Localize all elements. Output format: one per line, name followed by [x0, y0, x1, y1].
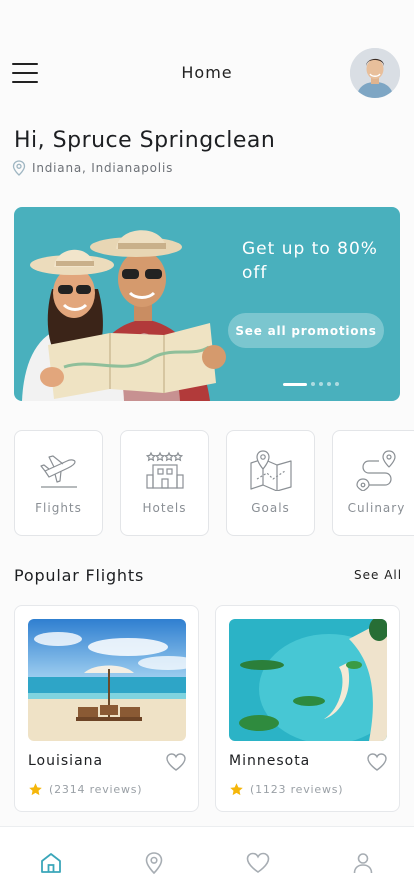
destination-name: Minnesota: [229, 753, 311, 769]
category-label: Flights: [35, 501, 82, 515]
category-hotels[interactable]: Hotels: [120, 430, 209, 536]
islands-image: [229, 619, 387, 741]
star-icon: [29, 783, 42, 796]
map-icon: [249, 450, 292, 491]
promo-travelers-image: [22, 230, 226, 401]
review-count: (2314 reviews): [49, 783, 143, 796]
user-icon: [353, 853, 373, 874]
review-count: (1123 reviews): [250, 783, 344, 796]
category-label: Goals: [251, 501, 290, 515]
top-bar: Home: [0, 46, 414, 100]
carousel-dot-5[interactable]: [335, 382, 339, 386]
see-all-promotions-button[interactable]: See all promotions: [228, 313, 384, 348]
carousel-dot-2[interactable]: [311, 382, 315, 386]
see-all-link[interactable]: See All: [354, 568, 402, 582]
flight-card-louisiana[interactable]: Louisiana (2314 reviews): [14, 605, 199, 812]
location-row: Indiana, Indianapolis: [12, 160, 173, 176]
promo-headline: Get up to 80% off: [242, 239, 378, 283]
home-icon: [41, 853, 61, 873]
section-title-popular-flights: Popular Flights: [14, 566, 145, 585]
beach-image: [28, 619, 186, 741]
heart-icon: [246, 852, 270, 873]
rating-row: (2314 reviews): [28, 782, 142, 797]
destination-name: Louisiana: [28, 753, 104, 769]
bottom-navigation: [0, 826, 414, 896]
greeting-title: Hi, Spruce Springclean: [14, 128, 276, 153]
category-flights[interactable]: Flights: [14, 430, 103, 536]
route-icon: [355, 450, 396, 491]
star-icon: [230, 783, 243, 796]
category-goals[interactable]: Goals: [226, 430, 315, 536]
heart-icon[interactable]: [366, 752, 388, 772]
nav-location[interactable]: [141, 850, 167, 876]
nav-home[interactable]: [38, 850, 64, 876]
map-pin-icon: [145, 852, 163, 875]
user-avatar[interactable]: [350, 48, 400, 98]
map-pin-icon: [12, 160, 26, 176]
carousel-dot-4[interactable]: [327, 382, 331, 386]
heart-icon[interactable]: [165, 752, 187, 772]
nav-profile[interactable]: [350, 850, 376, 876]
category-label: Hotels: [142, 501, 187, 515]
carousel-indicator[interactable]: [283, 382, 339, 386]
nav-favorites[interactable]: [245, 850, 271, 876]
promo-banner[interactable]: Get up to 80% off See all promotions: [14, 207, 400, 401]
rating-row: (1123 reviews): [229, 782, 343, 797]
carousel-dot-1[interactable]: [283, 382, 307, 386]
carousel-dot-3[interactable]: [319, 382, 323, 386]
category-culinary[interactable]: Culinary: [332, 430, 414, 536]
airplane-icon: [39, 455, 77, 488]
category-label: Culinary: [347, 501, 406, 515]
location-text: Indiana, Indianapolis: [32, 161, 174, 175]
flight-card-minnesota[interactable]: Minnesota (1123 reviews): [215, 605, 400, 812]
category-list: Flights Hotels Goals Culinary: [14, 430, 414, 536]
hotel-icon: [145, 451, 184, 489]
